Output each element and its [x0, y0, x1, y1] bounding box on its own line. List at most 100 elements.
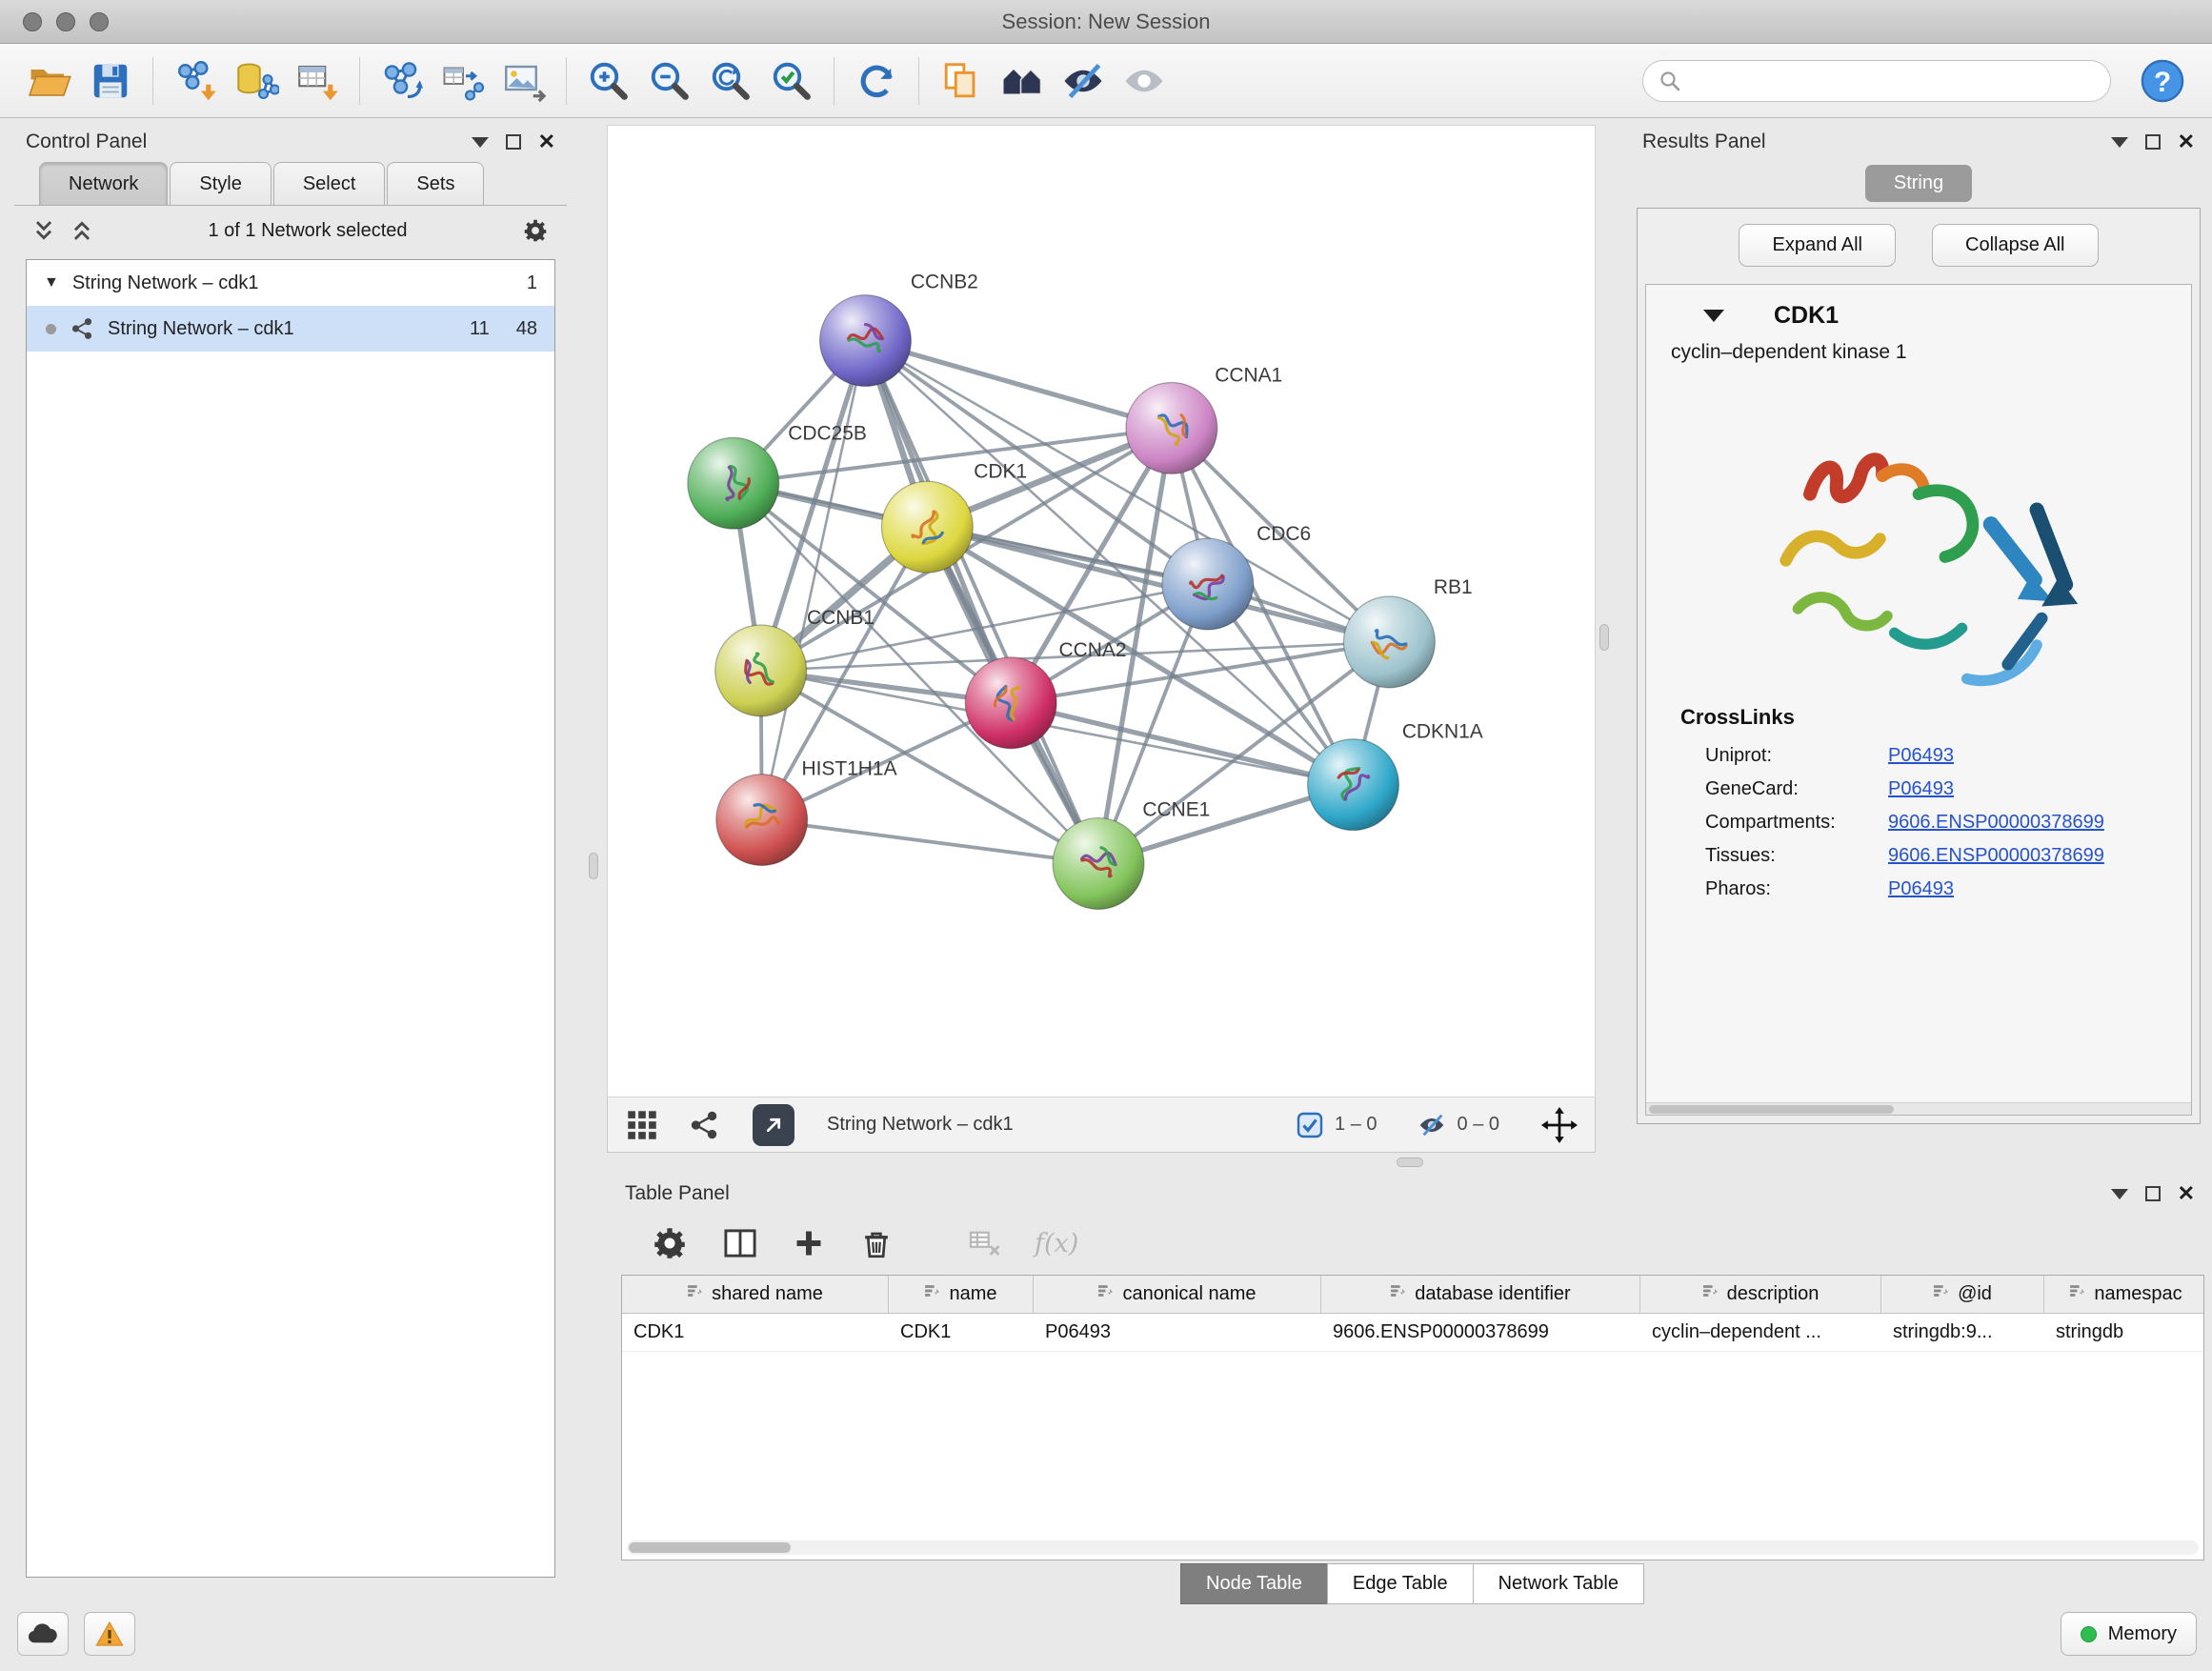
crosslink-link[interactable]: P06493: [1888, 745, 1954, 767]
column-header-shared-name[interactable]: shared name: [622, 1276, 889, 1313]
crosslink-link[interactable]: 9606.ENSP00000378699: [1888, 812, 2104, 834]
table-cell[interactable]: CDK1: [622, 1314, 889, 1351]
close-panel-icon[interactable]: ✕: [2178, 131, 2195, 152]
minimize-window-button[interactable]: [56, 12, 75, 31]
collapse-panel-icon[interactable]: [2111, 1189, 2128, 1199]
column-header-description[interactable]: description: [1640, 1276, 1881, 1313]
zoom-selected-button[interactable]: [761, 50, 822, 111]
column-header-name[interactable]: name: [889, 1276, 1034, 1313]
search-input[interactable]: [1691, 70, 2095, 91]
tab-network-table[interactable]: Network Table: [1473, 1563, 1644, 1604]
import-network-file-button[interactable]: [165, 50, 226, 111]
export-image-button[interactable]: [493, 50, 554, 111]
network-node-CDC25B[interactable]: [688, 437, 779, 529]
hide-selected-button[interactable]: [1053, 50, 1114, 111]
gear-icon[interactable]: [521, 216, 550, 245]
tab-select[interactable]: Select: [273, 162, 386, 205]
network-node-CCNE1[interactable]: [1053, 818, 1144, 910]
memory-button[interactable]: Memory: [2061, 1612, 2197, 1656]
tab-node-table[interactable]: Node Table: [1180, 1563, 1328, 1604]
tab-edge-table[interactable]: Edge Table: [1327, 1563, 1474, 1604]
network-view-canvas[interactable]: CCNB2CCNA1CDC25BCDK1CDC6RB1CCNB1CCNA2CDK…: [607, 125, 1596, 1097]
collapse-panel-icon[interactable]: [2111, 137, 2128, 148]
network-graph[interactable]: CCNB2CCNA1CDC25BCDK1CDC6RB1CCNB1CCNA2CDK…: [608, 126, 1595, 1097]
selection-checkbox-icon[interactable]: [1297, 1112, 1323, 1138]
network-node-CCNB1[interactable]: [715, 625, 807, 716]
gene-card-header[interactable]: CDK1: [1646, 285, 2191, 337]
network-node-CCNA2[interactable]: [965, 657, 1056, 749]
network-node-CDK1[interactable]: [881, 481, 973, 573]
results-horizontal-scrollbar[interactable]: [1646, 1102, 2191, 1115]
close-panel-icon[interactable]: ✕: [2178, 1183, 2195, 1204]
table-horizontal-scrollbar[interactable]: [627, 1540, 2199, 1555]
collapse-panel-icon[interactable]: [472, 137, 489, 148]
zoom-out-button[interactable]: [639, 50, 700, 111]
column-header-database-identifier[interactable]: database identifier: [1321, 1276, 1640, 1313]
import-network-database-button[interactable]: [226, 50, 287, 111]
delete-column-trash-icon[interactable]: [857, 1224, 895, 1262]
add-column-plus-icon[interactable]: [791, 1225, 827, 1261]
table-settings-gear-icon[interactable]: [650, 1223, 690, 1263]
table-cell[interactable]: 9606.ENSP00000378699: [1321, 1314, 1640, 1351]
cloud-button[interactable]: [17, 1612, 69, 1656]
show-columns-icon[interactable]: [720, 1223, 760, 1263]
tab-network[interactable]: Network: [39, 162, 168, 205]
table-cell[interactable]: stringdb: [2044, 1314, 2204, 1351]
refresh-button[interactable]: [846, 50, 907, 111]
crosslink-link[interactable]: P06493: [1888, 878, 1954, 900]
table-cell[interactable]: P06493: [1034, 1314, 1321, 1351]
column-header--id[interactable]: @id: [1881, 1276, 2044, 1313]
grid-view-icon[interactable]: [625, 1108, 659, 1142]
crosslink-link[interactable]: P06493: [1888, 778, 1954, 800]
horizontal-splitter-handle[interactable]: [1397, 1158, 1423, 1167]
network-view-icon[interactable]: [688, 1109, 720, 1141]
search-box[interactable]: [1642, 60, 2111, 102]
zoom-window-button[interactable]: [90, 12, 109, 31]
table-cell[interactable]: CDK1: [889, 1314, 1034, 1351]
show-all-button[interactable]: [1114, 50, 1175, 111]
float-panel-icon[interactable]: [506, 134, 521, 150]
tab-style[interactable]: Style: [170, 162, 271, 205]
vertical-splitter-handle[interactable]: [589, 853, 598, 879]
network-node-CDKN1A[interactable]: [1308, 739, 1399, 831]
zoom-in-button[interactable]: [578, 50, 639, 111]
table-cell[interactable]: stringdb:9...: [1881, 1314, 2044, 1351]
tab-string[interactable]: String: [1865, 165, 1972, 202]
zoom-fit-button[interactable]: [700, 50, 761, 111]
table-row[interactable]: CDK1CDK1P064939606.ENSP00000378699cyclin…: [622, 1314, 2203, 1352]
network-node-CCNA1[interactable]: [1126, 382, 1217, 473]
import-table-file-button[interactable]: [287, 50, 348, 111]
expand-all-button[interactable]: Expand All: [1739, 224, 1896, 267]
float-panel-icon[interactable]: [2145, 134, 2161, 150]
warnings-button[interactable]: [84, 1612, 135, 1656]
save-session-button[interactable]: [80, 50, 141, 111]
copy-document-button[interactable]: [931, 50, 992, 111]
float-panel-icon[interactable]: [2145, 1186, 2161, 1201]
column-header-canonical-name[interactable]: canonical name: [1034, 1276, 1321, 1313]
pan-crosshair-icon[interactable]: [1541, 1107, 1578, 1143]
network-node-RB1[interactable]: [1344, 596, 1436, 688]
collapse-all-icon[interactable]: [31, 218, 56, 243]
open-session-button[interactable]: [19, 50, 80, 111]
new-network-button[interactable]: [372, 50, 432, 111]
network-row[interactable]: String Network – cdk1 11 48: [27, 306, 554, 352]
vertical-splitter-handle[interactable]: [1599, 624, 1609, 651]
expand-all-icon[interactable]: [70, 218, 94, 243]
network-node-CCNB2[interactable]: [820, 295, 912, 387]
hidden-eye-slash-icon[interactable]: [1418, 1111, 1446, 1139]
cybrowser-button[interactable]: [992, 50, 1053, 111]
close-window-button[interactable]: [23, 12, 42, 31]
scrollbar-thumb[interactable]: [629, 1542, 791, 1553]
crosslink-link[interactable]: 9606.ENSP00000378699: [1888, 845, 2104, 867]
network-node-HIST1H1A[interactable]: [716, 775, 808, 866]
tab-sets[interactable]: Sets: [387, 162, 484, 205]
open-in-new-window-button[interactable]: [753, 1104, 794, 1146]
network-collection-row[interactable]: ▼ String Network – cdk1 1: [27, 260, 554, 306]
table-cell[interactable]: cyclin–dependent ...: [1640, 1314, 1881, 1351]
column-header-namespac[interactable]: namespac: [2044, 1276, 2204, 1313]
collapse-gene-icon[interactable]: [1703, 310, 1724, 322]
collapse-all-button[interactable]: Collapse All: [1932, 224, 2099, 267]
network-from-table-button[interactable]: [432, 50, 493, 111]
network-node-CDC6[interactable]: [1162, 538, 1254, 630]
close-panel-icon[interactable]: ✕: [538, 131, 555, 152]
